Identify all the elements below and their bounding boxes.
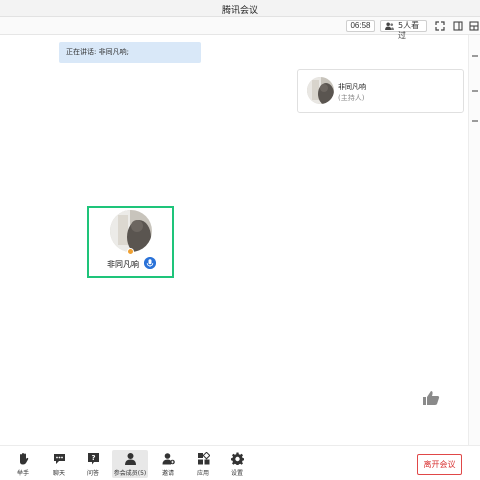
participant-name: 非同凡响 <box>107 260 139 269</box>
invite-icon <box>162 453 175 465</box>
toolbar-label: 设置 <box>230 470 243 477</box>
chat-icon <box>54 454 65 464</box>
fullscreen-icon[interactable] <box>434 20 446 32</box>
meeting-timer: 06:58 <box>346 20 375 32</box>
window-title: 腾讯会议 <box>221 6 258 16</box>
participant-avatar <box>110 210 152 252</box>
status-badge <box>127 248 134 255</box>
host-avatar <box>307 77 334 104</box>
viewers-button[interactable]: 5人看过 <box>380 20 427 40</box>
host-role: (主持人) <box>338 94 365 102</box>
viewers-count: 5人看过 <box>398 21 420 40</box>
title-bar: 腾讯会议 <box>0 0 480 17</box>
top-toolbar: 06:58 5人看过 <box>0 17 480 40</box>
svg-text:?: ? <box>91 454 95 462</box>
side-panel-handle[interactable] <box>472 55 478 57</box>
people-icon <box>385 22 394 30</box>
side-panel-handle[interactable] <box>472 120 478 122</box>
settings-button[interactable]: 设置 <box>219 450 255 478</box>
apps-icon <box>198 452 210 465</box>
settings-icon <box>231 452 244 465</box>
microphone-icon[interactable] <box>144 257 156 269</box>
speaking-banner: 正在讲话: 非同凡响; <box>59 42 201 63</box>
host-name: 非同凡响 <box>338 83 366 91</box>
host-card[interactable]: 非同凡响 (主持人) <box>297 69 464 113</box>
sidebar-toggle-icon[interactable] <box>452 20 464 32</box>
members-button[interactable]: 参会成员(5) <box>112 450 148 478</box>
members-icon <box>125 453 136 465</box>
leave-meeting-button[interactable]: 离开会议 <box>417 454 462 475</box>
bottom-toolbar: 举手 聊天 ? 问答 参会成员(5) 邀请 应用 设置 <box>0 445 480 480</box>
participant-tile[interactable]: 非同凡响 <box>87 206 174 278</box>
side-panel-handle[interactable] <box>472 90 478 92</box>
layout-icon[interactable] <box>468 20 480 32</box>
meeting-window: 腾讯会议 06:58 5人看过 正在讲话: 非同凡响; 非同凡响 (主持人) 非… <box>0 0 480 480</box>
thumbs-up-icon[interactable] <box>422 390 440 406</box>
qa-icon: ? <box>88 453 99 465</box>
raise-hand-icon <box>20 453 29 465</box>
side-panel <box>468 35 480 445</box>
